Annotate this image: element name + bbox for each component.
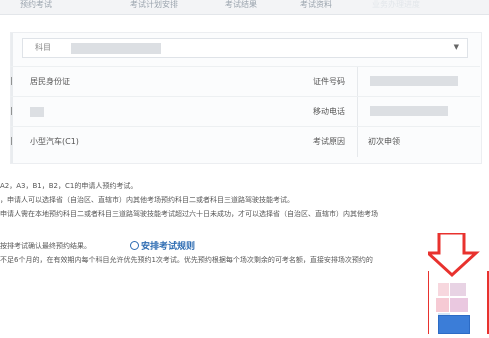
exam-reason-value: 初次申领	[368, 137, 400, 146]
subject-select[interactable]: 科目 ▼	[22, 38, 468, 58]
tab-bar: 预约考试 考试计划安排 考试结果 考试资料 业务办理进度	[0, 0, 489, 15]
link-icon	[130, 241, 139, 250]
field-divider	[357, 67, 358, 97]
rules-link[interactable]: 安排考试规则	[130, 239, 195, 252]
name-redacted	[30, 107, 44, 117]
notice-line-2: ，申请人可以选择省（自治区、直辖市）内其他考场预约科目二或者科目三道路驾驶技能考…	[0, 196, 294, 204]
tab-5[interactable]: 业务办理进度	[372, 0, 462, 10]
id-number-label: 证件号码	[313, 77, 345, 86]
tab-1[interactable]: 预约考试	[20, 0, 110, 10]
blur-block-pink-2	[450, 283, 466, 296]
field-divider	[357, 127, 358, 157]
row-marker: |	[10, 136, 13, 145]
row-marker: |	[10, 106, 13, 115]
name-row: | 移动电话	[10, 96, 480, 127]
notice-line-1: A2，A3，B1，B2，C1的申请人预约考试。	[0, 182, 138, 190]
priority-notice: 不足6个月的，在有效期内每个科目允许优先预约1次考试。优先预约根据每个场次剩余的…	[0, 256, 373, 264]
blur-block-pink-3	[436, 298, 449, 312]
tab-4[interactable]: 考试资料	[300, 0, 355, 10]
arrangement-text: 按排考试确认最终预约结果。	[0, 242, 91, 250]
row-marker: |	[10, 76, 13, 85]
mobile-redacted	[370, 106, 448, 116]
blur-block-pink-4	[450, 298, 468, 312]
rules-link-label: 安排考试规则	[141, 242, 196, 252]
tab-2[interactable]: 考试计划安排	[130, 0, 210, 10]
id-row: | 居民身份证 证件号码	[10, 66, 480, 97]
tab-3[interactable]: 考试结果	[225, 0, 285, 10]
notice-line-3: 申请人需在本地预约科目二或者科目三道路驾驶技能考试超过六十日未成功，才可以选择省…	[0, 210, 378, 218]
mobile-label: 移动电话	[313, 107, 345, 116]
exam-reason-label: 考试原因	[313, 137, 345, 146]
vehicle-row: | 小型汽车(C1) 考试原因 初次申领	[10, 126, 480, 157]
blur-block-pink	[438, 283, 449, 296]
subject-label: 科目	[35, 43, 51, 52]
triangle-down-icon: ▼	[453, 43, 459, 51]
vehicle-type: 小型汽车(C1)	[30, 137, 79, 146]
id-number-redacted	[370, 76, 458, 86]
submit-button[interactable]	[438, 315, 470, 334]
subject-value-redacted	[71, 43, 161, 54]
field-divider	[357, 97, 358, 127]
id-type: 居民身份证	[30, 77, 70, 86]
arrow-annotation	[424, 231, 489, 334]
